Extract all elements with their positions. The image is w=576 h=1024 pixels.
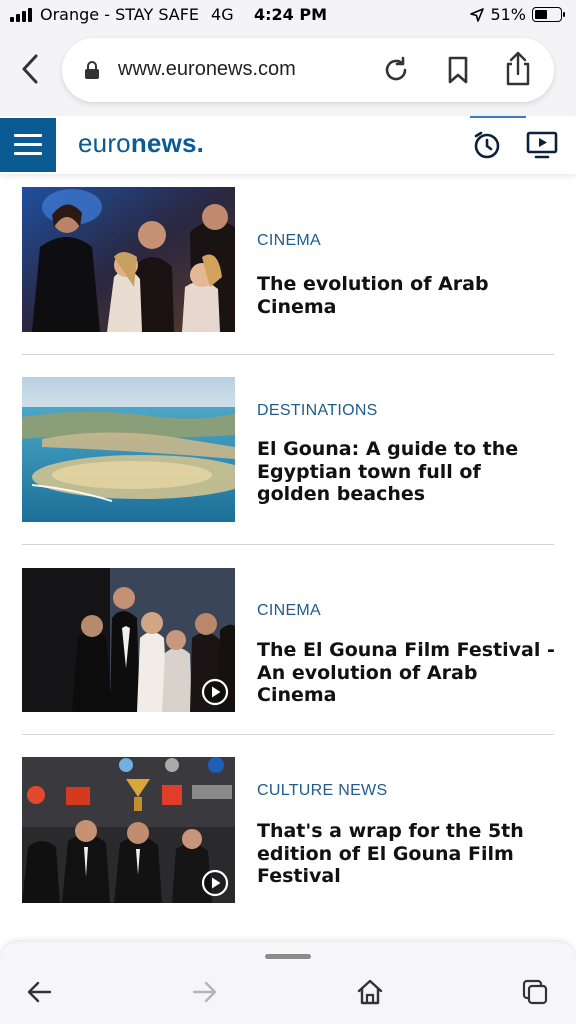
battery-icon [532, 7, 565, 22]
tv-play-icon[interactable] [526, 130, 558, 160]
article-card[interactable]: CINEMA The El Gouna Film Festival - An e… [22, 568, 557, 712]
back-arrow-icon[interactable] [26, 978, 54, 1006]
lock-icon [85, 61, 99, 79]
location-arrow-icon [470, 7, 485, 22]
article-divider [22, 354, 554, 355]
article-divider [22, 734, 554, 735]
article-category[interactable]: DESTINATIONS [257, 402, 378, 420]
reload-icon[interactable] [380, 54, 412, 86]
logo-light: euro [78, 128, 131, 158]
clock-icon[interactable] [472, 130, 502, 160]
share-icon[interactable] [502, 50, 534, 88]
article-thumbnail[interactable] [22, 757, 235, 903]
network-type: 4G [211, 5, 234, 24]
browser-address-bar: www.euronews.com [0, 30, 576, 116]
url-field[interactable]: www.euronews.com [62, 38, 554, 102]
article-card[interactable]: DESTINATIONS El Gouna: A guide to the Eg… [22, 377, 554, 522]
hamburger-menu-icon[interactable] [0, 118, 56, 172]
article-card[interactable]: CULTURE NEWS That's a wrap for the 5th e… [22, 757, 554, 903]
euronews-logo[interactable]: euronews. [78, 128, 204, 159]
browser-toolbar [0, 942, 576, 1024]
article-thumbnail[interactable] [22, 568, 235, 712]
header-accent-line [470, 116, 526, 118]
article-headline[interactable]: That's a wrap for the 5th edition of El … [257, 820, 557, 888]
article-divider [22, 544, 554, 545]
article-headline[interactable]: El Gouna: A guide to the Egyptian town f… [257, 438, 557, 506]
carrier-info: Orange - STAY SAFE 4G [10, 5, 234, 24]
back-arrow-icon[interactable] [16, 52, 46, 86]
logo-bold: news. [130, 128, 205, 158]
play-icon[interactable] [201, 678, 229, 706]
forward-arrow-icon[interactable] [190, 978, 218, 1006]
play-icon[interactable] [201, 869, 229, 897]
battery-percent: 51% [490, 5, 526, 24]
article-category[interactable]: CINEMA [257, 232, 321, 250]
bookmark-icon[interactable] [442, 54, 474, 86]
status-bar: Orange - STAY SAFE 4G 4:24 PM 51% [0, 0, 576, 30]
carrier-name: Orange - STAY SAFE [40, 5, 200, 24]
grab-handle[interactable] [265, 954, 311, 959]
battery-level [535, 10, 548, 19]
article-category[interactable]: CULTURE NEWS [257, 782, 387, 800]
tabs-icon[interactable] [521, 978, 549, 1006]
article-headline[interactable]: The evolution of Arab Cinema [257, 273, 557, 318]
article-card[interactable]: CINEMA The evolution of Arab Cinema [22, 187, 554, 332]
article-thumbnail[interactable] [22, 377, 235, 522]
signal-icon [10, 7, 32, 22]
article-thumbnail[interactable] [22, 187, 235, 332]
article-headline[interactable]: The El Gouna Film Festival - An evolutio… [257, 639, 557, 707]
url-text[interactable]: www.euronews.com [118, 58, 296, 81]
status-time: 4:24 PM [254, 5, 328, 24]
article-category[interactable]: CINEMA [257, 602, 321, 620]
status-right: 51% [470, 5, 565, 24]
home-icon[interactable] [356, 978, 384, 1006]
site-header: euronews. [0, 116, 576, 174]
